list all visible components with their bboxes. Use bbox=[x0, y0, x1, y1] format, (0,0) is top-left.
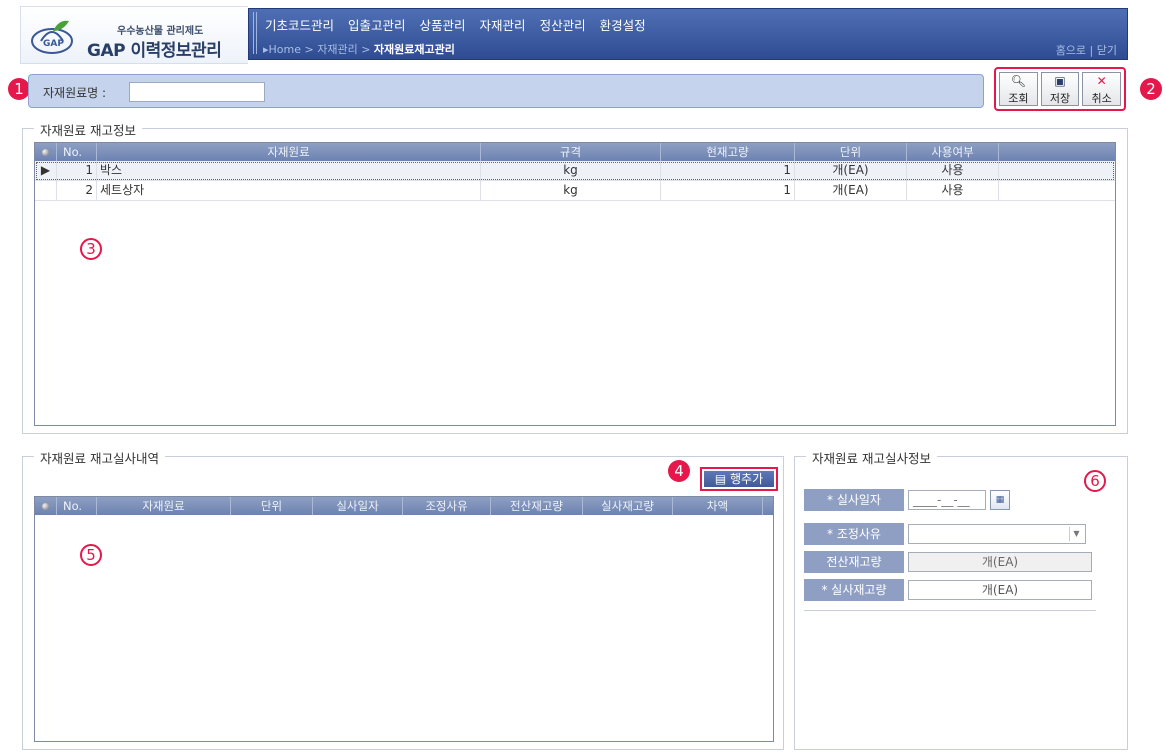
callout-marker-2: 2 bbox=[1140, 78, 1162, 100]
callout-marker-5: 5 bbox=[80, 544, 102, 566]
actual-stock-row: * 실사재고량 개(EA) bbox=[804, 579, 1096, 601]
cancel-button[interactable]: ✕ 취소 bbox=[1082, 72, 1122, 106]
col-spec[interactable]: 규격 bbox=[481, 143, 661, 161]
logo: GAP 우수농산물 관리제도 GAP 이력정보관리 bbox=[20, 6, 248, 64]
add-row-button-face: ▤ 행추가 bbox=[704, 471, 774, 487]
col-no[interactable]: No. bbox=[57, 143, 97, 161]
save-button[interactable]: ▣ 저장 bbox=[1040, 72, 1080, 106]
add-row-button[interactable]: ▤ 행추가 bbox=[700, 467, 778, 491]
cell-stock: 1 bbox=[661, 181, 795, 200]
audit-date-row: * 실사일자 ____-__-__ ▦ bbox=[804, 489, 1096, 511]
menu-item-products[interactable]: 상품관리 bbox=[420, 15, 466, 34]
system-stock-field: 개(EA) bbox=[908, 552, 1092, 572]
search-button[interactable]: 🔍︎ 조회 bbox=[999, 72, 1038, 106]
breadcrumb: ▸Home > 자재관리 > 자재원료재고관리 bbox=[263, 41, 455, 57]
material-name-label: 자재원료명 : bbox=[43, 86, 107, 100]
home-close-links[interactable]: 홈으로 | 닫기 bbox=[1056, 42, 1117, 58]
breadcrumb-current: 자재원료재고관리 bbox=[373, 43, 455, 56]
menu-item-basic-codes[interactable]: 기초코드관리 bbox=[265, 15, 334, 34]
cancel-button-label: 취소 bbox=[1091, 92, 1112, 105]
cell-usage: 사용 bbox=[907, 181, 999, 200]
cell-stock: 1 bbox=[661, 161, 795, 180]
magnifier-icon: 🔍︎ bbox=[1010, 74, 1026, 88]
top-navigation: 기초코드관리 입출고관리 상품관리 자재관리 정산관리 환경설정 ▸Home >… bbox=[248, 8, 1128, 60]
row-indicator-header bbox=[35, 497, 57, 515]
gap-logo-icon: GAP bbox=[31, 20, 73, 54]
floppy-disk-icon: ▣ bbox=[1054, 74, 1066, 88]
col-system-stock[interactable]: 전산재고량 bbox=[491, 497, 583, 515]
callout-marker-1: 1 bbox=[8, 78, 30, 100]
close-icon: ✕ bbox=[1096, 74, 1107, 88]
col-adjust-reason[interactable]: 조정사유 bbox=[403, 497, 491, 515]
col-material[interactable]: 자재원료 bbox=[97, 497, 231, 515]
system-stock-label: 전산재고량 bbox=[804, 551, 904, 573]
cell-usage: 사용 bbox=[907, 161, 999, 180]
col-difference[interactable]: 차액 bbox=[673, 497, 763, 515]
main-menu: 기초코드관리 입출고관리 상품관리 자재관리 정산관리 환경설정 bbox=[265, 15, 646, 34]
adjust-reason-row: * 조정사유 ▼ bbox=[804, 523, 1096, 545]
audit-group-title: 자재원료 재고실사내역 bbox=[34, 448, 165, 467]
audit-date-input[interactable]: ____-__-__ bbox=[908, 490, 986, 510]
material-name-input[interactable] bbox=[129, 82, 265, 102]
cell-spec: kg bbox=[481, 161, 661, 180]
inventory-group-title: 자재원료 재고정보 bbox=[34, 120, 142, 139]
system-stock-row: 전산재고량 개(EA) bbox=[804, 551, 1096, 573]
callout-marker-3: 3 bbox=[80, 238, 102, 260]
actual-stock-input[interactable]: 개(EA) bbox=[908, 580, 1092, 600]
cell-spec: kg bbox=[481, 181, 661, 200]
cell-material: 박스 bbox=[97, 161, 481, 180]
menu-item-materials[interactable]: 자재관리 bbox=[480, 15, 526, 34]
cell-material: 세트상자 bbox=[97, 181, 481, 200]
breadcrumb-path: ▸Home > 자재관리 > bbox=[263, 43, 374, 56]
row-indicator-header bbox=[35, 143, 57, 161]
menu-item-settings[interactable]: 환경설정 bbox=[600, 15, 646, 34]
add-row-icon: ▤ bbox=[714, 472, 727, 486]
form-divider bbox=[804, 603, 1096, 611]
audit-date-label: * 실사일자 bbox=[804, 489, 904, 511]
col-current-stock[interactable]: 현재고량 bbox=[661, 143, 795, 161]
col-no[interactable]: No. bbox=[57, 497, 97, 515]
cell-no: 1 bbox=[57, 161, 97, 180]
inventory-grid-header: No. 자재원료 규격 현재고량 단위 사용여부 bbox=[35, 143, 1115, 161]
search-bar: 자재원료명 : bbox=[28, 74, 984, 108]
nav-divider bbox=[253, 12, 257, 54]
menu-item-settlement[interactable]: 정산관리 bbox=[540, 15, 586, 34]
action-toolbar: 🔍︎ 조회 ▣ 저장 ✕ 취소 bbox=[994, 67, 1126, 111]
col-material[interactable]: 자재원료 bbox=[97, 143, 481, 161]
table-row[interactable]: 2 세트상자 kg 1 개(EA) 사용 bbox=[35, 181, 1115, 201]
audit-detail-group-title: 자재원료 재고실사정보 bbox=[806, 448, 937, 467]
inventory-grid[interactable]: No. 자재원료 규격 현재고량 단위 사용여부 ▶ 1 박스 kg 1 개(E… bbox=[34, 142, 1116, 426]
row-selector-icon: ▶ bbox=[35, 161, 57, 180]
menu-item-in-out[interactable]: 입출고관리 bbox=[348, 15, 406, 34]
logo-subtitle: 우수농산물 관리제도 bbox=[117, 26, 204, 37]
adjust-reason-select[interactable]: ▼ bbox=[908, 524, 1086, 544]
add-row-label: 행추가 bbox=[730, 472, 764, 486]
col-actual-stock[interactable]: 실사재고량 bbox=[583, 497, 673, 515]
logo-title: GAP 이력정보관리 bbox=[87, 41, 222, 61]
save-button-label: 저장 bbox=[1049, 92, 1071, 105]
actual-stock-label: * 실사재고량 bbox=[804, 579, 904, 601]
chevron-down-icon: ▼ bbox=[1069, 527, 1083, 541]
col-usage[interactable]: 사용여부 bbox=[907, 143, 999, 161]
search-button-label: 조회 bbox=[1008, 92, 1029, 105]
col-unit[interactable]: 단위 bbox=[795, 143, 907, 161]
svg-text:GAP: GAP bbox=[43, 39, 64, 49]
table-row[interactable]: ▶ 1 박스 kg 1 개(EA) 사용 bbox=[35, 161, 1115, 181]
audit-grid-header: No. 자재원료 단위 실사일자 조정사유 전산재고량 실사재고량 차액 bbox=[35, 497, 773, 515]
col-unit[interactable]: 단위 bbox=[231, 497, 313, 515]
audit-grid[interactable]: No. 자재원료 단위 실사일자 조정사유 전산재고량 실사재고량 차액 bbox=[34, 496, 774, 742]
callout-marker-4: 4 bbox=[668, 460, 690, 482]
app-header: GAP 우수농산물 관리제도 GAP 이력정보관리 기초코드관리 입출고관리 상… bbox=[20, 6, 1128, 64]
calendar-icon[interactable]: ▦ bbox=[990, 490, 1010, 510]
cell-unit: 개(EA) bbox=[795, 161, 907, 180]
ball-icon bbox=[42, 149, 49, 156]
ball-icon bbox=[42, 503, 49, 510]
adjust-reason-label: * 조정사유 bbox=[804, 523, 904, 545]
col-audit-date[interactable]: 실사일자 bbox=[313, 497, 403, 515]
cell-no: 2 bbox=[57, 181, 97, 200]
row-selector bbox=[35, 181, 57, 200]
cell-unit: 개(EA) bbox=[795, 181, 907, 200]
